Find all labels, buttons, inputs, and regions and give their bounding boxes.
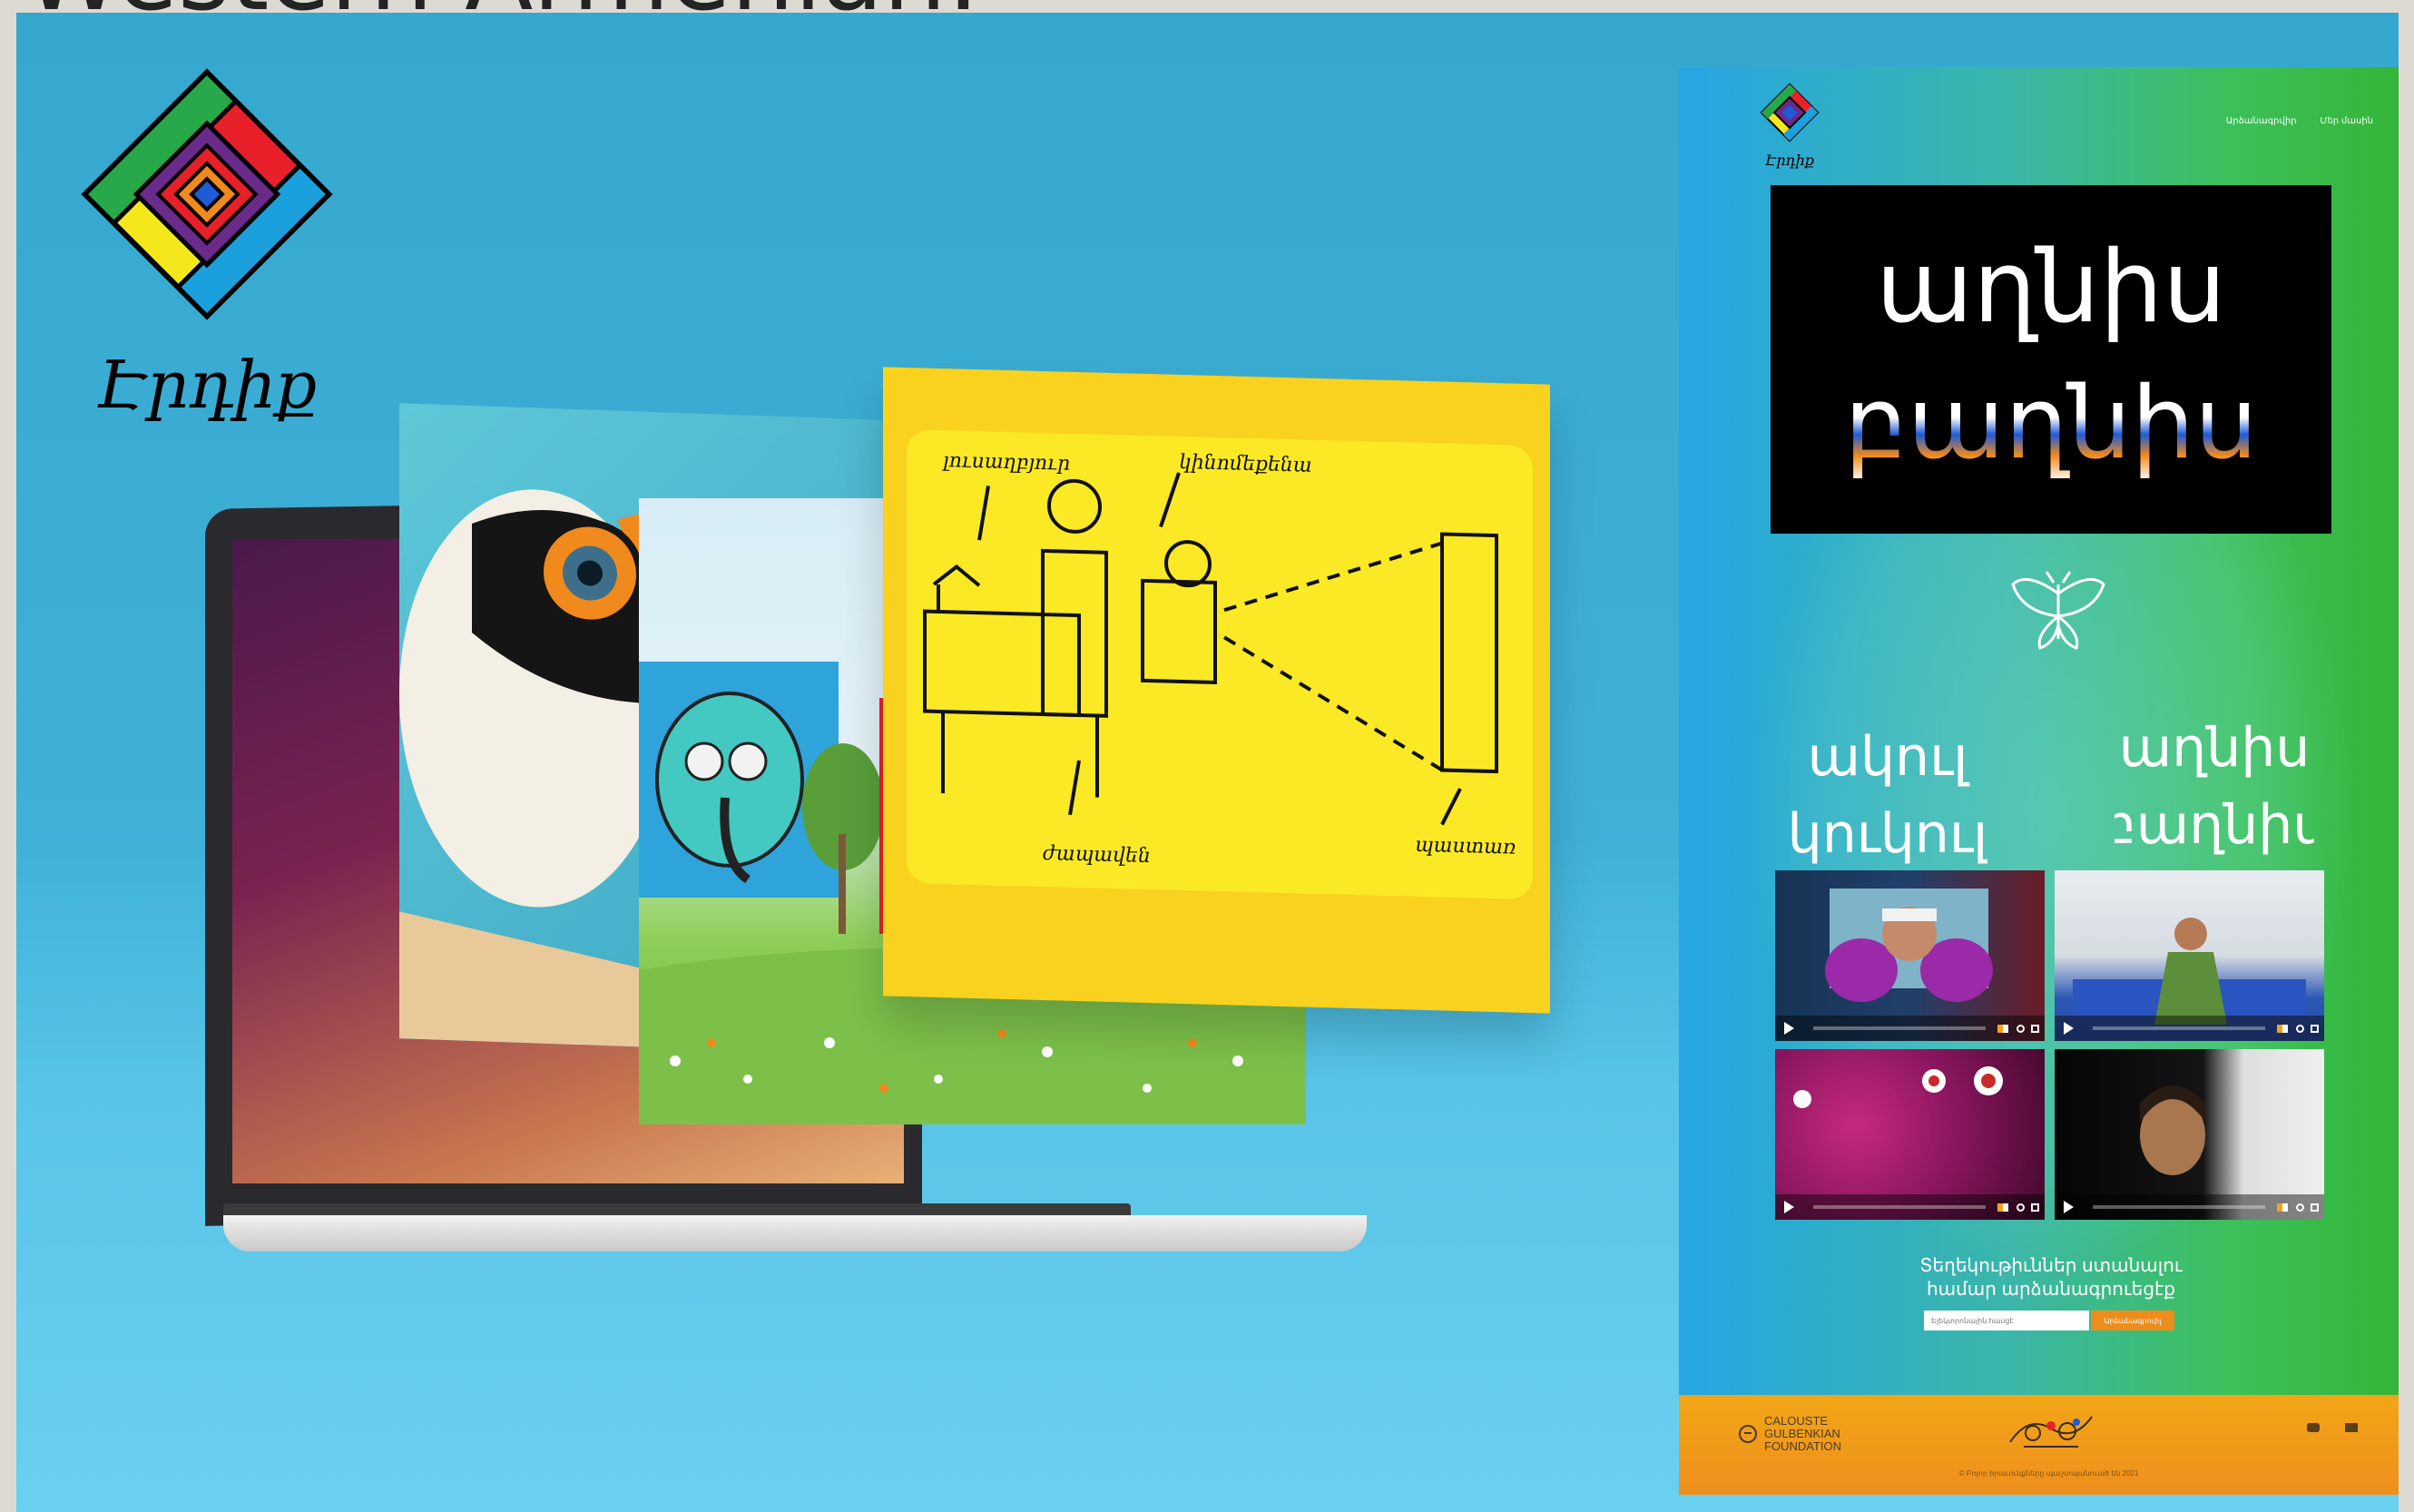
sketch-label-projector: կինոմեքենա (1179, 451, 1312, 477)
series-title-akul-line1: ակուլ (1808, 725, 1971, 789)
fullscreen-icon[interactable] (2311, 1203, 2319, 1212)
volume-icon[interactable] (1997, 1203, 2008, 1212)
play-icon[interactable] (2064, 1201, 2074, 1213)
site-logo[interactable]: Էրդիք (1759, 82, 1820, 172)
site-footer: CALOUSTE GULBENKIAN FOUNDATION © Բոլոր ի… (1679, 1395, 2399, 1495)
promo-scene: Էրդիք լուսաղբյուր կինոմեքենա ժապավեն պաս… (16, 13, 2399, 1512)
video-thumbnail-1[interactable] (1775, 870, 2045, 1041)
video-3-player-bar (1775, 1194, 2045, 1220)
video-thumbnail-3[interactable] (1775, 1049, 2045, 1220)
gulbenkian-mark-icon (1739, 1425, 1757, 1443)
progress-track[interactable] (1813, 1205, 1986, 1209)
sketch-label-film: ժապավեն (1043, 842, 1151, 868)
website-mockup: Էրդիք Արձանագրվիր Մեր մասին աղնիս բաղնիս… (1679, 67, 2399, 1495)
subscribe-text: Տեղեկութիւններ ստանալու համար արձանագրու… (1833, 1254, 2269, 1301)
video-thumbnail-4[interactable] (2055, 1049, 2324, 1220)
settings-icon[interactable] (2296, 1025, 2304, 1033)
play-icon[interactable] (1784, 1022, 1794, 1035)
projector-sketch: լուսաղբյուր կինոմեքենա ժապավեն պաստառ (923, 449, 1516, 868)
progress-track[interactable] (2093, 1205, 2265, 1209)
video-4-player-bar (2055, 1194, 2324, 1220)
volume-icon[interactable] (2277, 1203, 2288, 1212)
mail-icon[interactable] (2345, 1423, 2358, 1432)
hero-title-line1: աղնիս (1876, 229, 2226, 345)
sketch-panel: լուսաղբյուր կինոմեքենա ժապավեն պաստառ (907, 429, 1533, 900)
butterfly-icon (2011, 571, 2105, 650)
subscribe-button[interactable]: Արձանագրուիլ (2091, 1311, 2174, 1330)
series-title-akul-line2: կուկուլ (1788, 802, 1987, 866)
sketch-label-light: լուսաղբյուր (941, 449, 1070, 476)
settings-icon[interactable] (2017, 1025, 2025, 1033)
hero-title-line2: բաղնիս (1844, 365, 2258, 481)
gulbenkian-name: CALOUSTE GULBENKIAN FOUNDATION (1764, 1414, 1841, 1453)
video-thumbnail-2[interactable] (2055, 870, 2324, 1041)
video-2-player-bar (2055, 1016, 2324, 1041)
progress-track[interactable] (2093, 1026, 2265, 1030)
logo-wordmark: Էրդիք (97, 347, 318, 423)
nav-about-link[interactable]: Մեր մասին (2321, 116, 2373, 126)
series-title-aghnis[interactable]: աղնիս բաղնիս (2115, 693, 2314, 866)
sketch-label-screen: պաստառ (1415, 834, 1516, 859)
projector-sketch-card: լուսաղբյուր կինոմեքենա ժապավեն պաստառ (883, 367, 1550, 1014)
series-title-aghnis-line1: աղնիս (2119, 716, 2311, 780)
fullscreen-icon[interactable] (2031, 1025, 2039, 1033)
volume-icon[interactable] (1997, 1025, 2008, 1033)
nav-subscribe-link[interactable]: Արձանագրվիր (2226, 116, 2297, 126)
laptop-base (223, 1215, 1367, 1252)
gulbenkian-logo[interactable]: CALOUSTE GULBENKIAN FOUNDATION (1739, 1415, 1900, 1453)
hero-banner[interactable]: աղնիս բաղնիս (1771, 185, 2331, 534)
series-title-akul[interactable]: ակուլ կուկուլ (1788, 702, 1987, 875)
fullscreen-icon[interactable] (2311, 1025, 2319, 1033)
erdik-logo: Էրդիք (81, 68, 333, 423)
settings-icon[interactable] (2296, 1203, 2304, 1212)
hero-title: աղնիս բաղնիս (1844, 229, 2258, 481)
page-heading: Western Armenian: (24, 0, 980, 13)
series-title-aghnis-line2: բաղնիս (2115, 793, 2314, 857)
settings-icon[interactable] (2017, 1203, 2025, 1212)
video-1-player-bar (1775, 1016, 2045, 1041)
heading-strip: Western Armenian: (0, 0, 2414, 13)
play-icon[interactable] (2064, 1022, 2074, 1035)
site-logo-wordmark: Էրդիք (1765, 152, 1814, 169)
email-input[interactable] (1924, 1311, 2089, 1330)
fullscreen-icon[interactable] (2031, 1203, 2039, 1212)
subscribe-text-line2: համար արձանագրուեցէք (1926, 1280, 2176, 1300)
copyright: © Բոլոր իրաւունքները պաշտպանուած են 2021 (1958, 1469, 2139, 1478)
subscribe-text-line1: Տեղեկութիւններ ստանալու (1919, 1256, 2183, 1276)
progress-track[interactable] (1813, 1026, 1986, 1030)
site-nav: Արձանագրվիր Մեր մասին (2226, 116, 2373, 126)
footer-emblem-icon (2009, 1416, 2093, 1448)
youtube-icon[interactable] (2307, 1423, 2320, 1432)
volume-icon[interactable] (2277, 1025, 2288, 1033)
play-icon[interactable] (1784, 1201, 1794, 1213)
